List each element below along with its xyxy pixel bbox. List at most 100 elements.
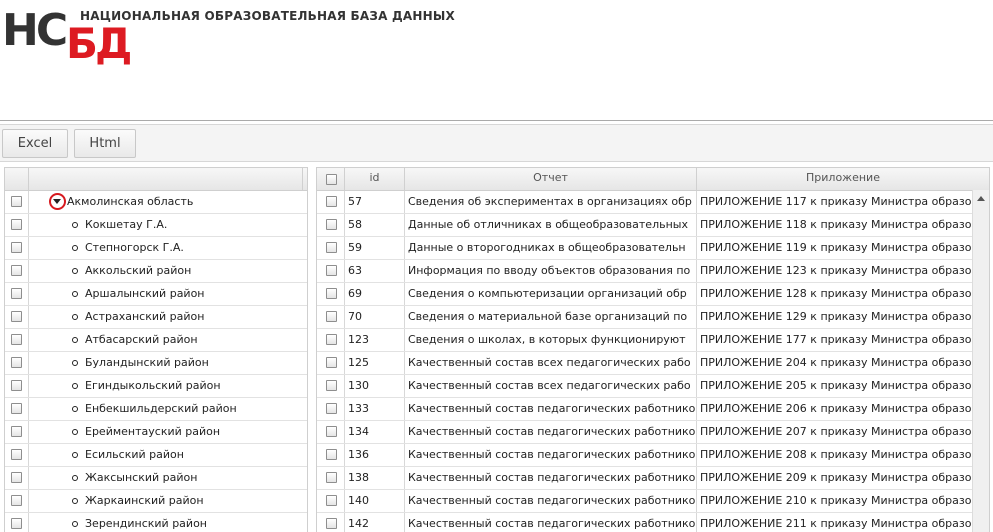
column-header-appendix[interactable]: Приложение <box>697 168 989 190</box>
tree-row[interactable]: Жаксынский район <box>5 467 307 490</box>
tree-item-label[interactable]: Есильский район <box>85 444 184 466</box>
tree-row-checkbox[interactable] <box>11 196 22 207</box>
tree-row-checkbox[interactable] <box>11 449 22 460</box>
tree-row-checkbox[interactable] <box>11 518 22 529</box>
tree-name-cell: Жаркаинский район <box>29 490 303 512</box>
cell-appendix: ПРИЛОЖЕНИЕ 211 к приказу Министра образо <box>700 517 972 530</box>
row-checkbox[interactable] <box>326 219 337 230</box>
tree-row-checkbox[interactable] <box>11 311 22 322</box>
tree-item-label[interactable]: Буландынский район <box>85 352 209 374</box>
table-row[interactable]: 138 Качественный состав педагогических ра… <box>317 467 973 490</box>
tree-row-checkbox[interactable] <box>11 495 22 506</box>
tree-item-label[interactable]: Зерендинский район <box>85 513 207 532</box>
tree-row[interactable]: Есильский район <box>5 444 307 467</box>
tree-row-checkbox[interactable] <box>11 357 22 368</box>
tree-row[interactable]: Жаркаинский район <box>5 490 307 513</box>
scroll-up-arrow-icon[interactable] <box>977 196 985 201</box>
tree-item-label[interactable]: Егиндыкольский район <box>85 375 221 397</box>
tree-item-label[interactable]: Аккольский район <box>85 260 191 282</box>
tree-row-checkbox[interactable] <box>11 472 22 483</box>
tree-item-label[interactable]: Енбекшильдерский район <box>85 398 237 420</box>
tree-row[interactable]: Буландынский район <box>5 352 307 375</box>
html-export-button[interactable]: Html <box>74 129 136 158</box>
table-row[interactable]: 123 Сведения о школах, в которых функцион… <box>317 329 973 352</box>
tree-row-root[interactable]: Акмолинская область <box>5 191 307 214</box>
tree-item-label[interactable]: Жаркаинский район <box>85 490 204 512</box>
tree-item-label[interactable]: Ерейментауский район <box>85 421 220 443</box>
tree-item-label[interactable]: Аршалынский район <box>85 283 205 305</box>
table-row[interactable]: 130 Качественный состав всех педагогическ… <box>317 375 973 398</box>
row-check-cell <box>317 306 345 328</box>
table-row[interactable]: 59 Данные о второгодниках в общеобразоват… <box>317 237 973 260</box>
row-checkbox[interactable] <box>326 242 337 253</box>
column-header-id[interactable]: id <box>345 168 405 190</box>
row-checkbox[interactable] <box>326 403 337 414</box>
tree-check-cell <box>5 237 29 259</box>
tree-row[interactable]: Ерейментауский район <box>5 421 307 444</box>
tree-item-label[interactable]: Жаксынский район <box>85 467 197 489</box>
tree-item-label[interactable]: Степногорск Г.А. <box>85 237 184 259</box>
table-row[interactable]: 136 Качественный состав педагогических ра… <box>317 444 973 467</box>
tree-row[interactable]: Степногорск Г.А. <box>5 237 307 260</box>
table-row[interactable]: 125 Качественный состав всех педагогическ… <box>317 352 973 375</box>
table-row[interactable]: 142 Качественный состав педагогических ра… <box>317 513 973 532</box>
table-row[interactable]: 133 Качественный состав педагогических ра… <box>317 398 973 421</box>
row-checkbox[interactable] <box>326 426 337 437</box>
tree-row-checkbox[interactable] <box>11 380 22 391</box>
row-checkbox[interactable] <box>326 449 337 460</box>
cell-report: Данные о второгодниках в общеобразовател… <box>405 237 697 259</box>
tree-row-checkbox[interactable] <box>11 219 22 230</box>
tree-row[interactable]: Енбекшильдерский район <box>5 398 307 421</box>
logo-bd: БД <box>66 19 132 68</box>
excel-export-button[interactable]: Excel <box>2 129 68 158</box>
tree-row-checkbox[interactable] <box>11 426 22 437</box>
tree-row-checkbox[interactable] <box>11 334 22 345</box>
bullet-icon <box>72 268 78 274</box>
tree-row[interactable]: Астраханский район <box>5 306 307 329</box>
report-grid-panel: id Отчет Приложение 57 Сведения об экспер… <box>316 167 990 532</box>
tree-row[interactable]: Егиндыкольский район <box>5 375 307 398</box>
table-row[interactable]: 69 Сведения о компьютеризации организаций… <box>317 283 973 306</box>
tree-row-checkbox[interactable] <box>11 265 22 276</box>
tree-row[interactable]: Зерендинский район <box>5 513 307 532</box>
cell-id: 125 <box>345 352 405 374</box>
row-checkbox[interactable] <box>326 288 337 299</box>
tree-row[interactable]: Аршалынский район <box>5 283 307 306</box>
row-checkbox[interactable] <box>326 472 337 483</box>
cell-report: Сведения о материальной базе организаций… <box>405 306 697 328</box>
row-check-cell <box>317 490 345 512</box>
row-checkbox[interactable] <box>326 311 337 322</box>
row-checkbox[interactable] <box>326 196 337 207</box>
row-checkbox[interactable] <box>326 495 337 506</box>
tree-item-label[interactable]: Астраханский район <box>85 306 204 328</box>
row-checkbox[interactable] <box>326 518 337 529</box>
tree-row[interactable]: Аккольский район <box>5 260 307 283</box>
report-grid-scrollbar[interactable] <box>972 190 989 532</box>
column-header-report[interactable]: Отчет <box>405 168 697 190</box>
tree-root-label[interactable]: Акмолинская область <box>67 191 193 213</box>
table-row[interactable]: 57 Сведения об экспериментах в организаци… <box>317 191 973 214</box>
cell-id: 142 <box>345 513 405 532</box>
row-checkbox[interactable] <box>326 334 337 345</box>
table-row[interactable]: 63 Информация по вводу объектов образован… <box>317 260 973 283</box>
tree-item-label[interactable]: Атбасарский район <box>85 329 198 351</box>
tree-row[interactable]: Атбасарский район <box>5 329 307 352</box>
table-row[interactable]: 58 Данные об отличниках в общеобразовател… <box>317 214 973 237</box>
tree-row-checkbox[interactable] <box>11 403 22 414</box>
tree-row-checkbox[interactable] <box>11 242 22 253</box>
table-row[interactable]: 70 Сведения о материальной базе организац… <box>317 306 973 329</box>
row-checkbox[interactable] <box>326 380 337 391</box>
tree-check-cell <box>5 214 29 236</box>
table-row[interactable]: 140 Качественный состав педагогических ра… <box>317 490 973 513</box>
tree-row[interactable]: Кокшетау Г.А. <box>5 214 307 237</box>
logo-hc: НС <box>2 5 68 56</box>
tree-row-checkbox[interactable] <box>11 288 22 299</box>
chevron-down-icon[interactable] <box>49 193 66 210</box>
tree-item-label[interactable]: Кокшетау Г.А. <box>85 214 167 236</box>
table-row[interactable]: 134 Качественный состав педагогических ра… <box>317 421 973 444</box>
tree-check-cell <box>5 513 29 532</box>
row-checkbox[interactable] <box>326 265 337 276</box>
select-all-checkbox[interactable] <box>326 174 337 185</box>
row-checkbox[interactable] <box>326 357 337 368</box>
cell-report: Сведения о школах, в которых функциониру… <box>405 329 697 351</box>
